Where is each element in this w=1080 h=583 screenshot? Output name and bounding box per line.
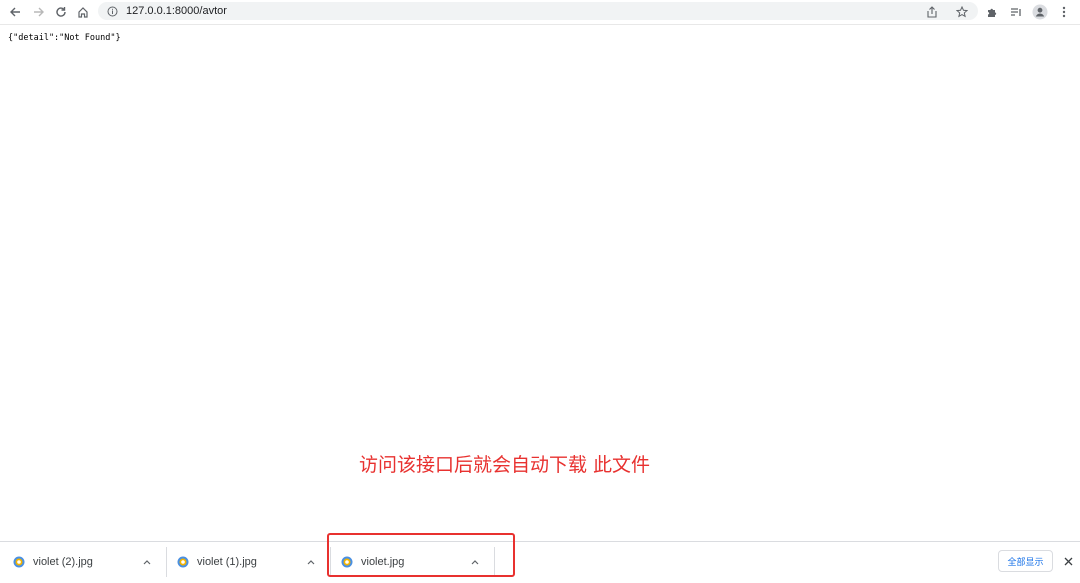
- download-filename: violet (1).jpg: [197, 556, 257, 568]
- chevron-up-icon[interactable]: [303, 554, 319, 570]
- home-icon: [78, 7, 88, 18]
- json-response-text: {"detail":"Not Found"}: [8, 33, 121, 43]
- highlight-box: [327, 533, 515, 577]
- profile-icon: [1032, 4, 1048, 20]
- reading-list-button[interactable]: [1004, 2, 1028, 22]
- image-file-icon: [177, 556, 189, 568]
- browser-toolbar: 127.0.0.1:8000/avtor: [0, 0, 1080, 25]
- forward-button[interactable]: [28, 1, 50, 23]
- download-filename: violet (2).jpg: [33, 556, 93, 568]
- menu-button[interactable]: [1052, 2, 1076, 22]
- extensions-button[interactable]: [980, 2, 1004, 22]
- back-button[interactable]: [4, 1, 26, 23]
- download-shelf: violet (2).jpg violet (1).jpg violet.jpg: [0, 541, 1080, 583]
- annotation-text: 访问该接口后就会自动下载 此文件: [359, 454, 651, 476]
- url-text[interactable]: 127.0.0.1:8000/avtor: [126, 5, 227, 17]
- menu-icon: [1062, 6, 1066, 18]
- arrow-left-icon: [10, 7, 20, 17]
- download-item[interactable]: violet (1).jpg: [164, 547, 329, 577]
- toolbar-actions: [920, 2, 1076, 22]
- profile-button[interactable]: [1028, 2, 1052, 22]
- share-button[interactable]: [920, 2, 944, 22]
- close-icon: [1064, 557, 1072, 565]
- close-shelf-button[interactable]: [1060, 553, 1076, 569]
- show-all-downloads-button[interactable]: 全部显示: [998, 550, 1053, 572]
- site-info-icon[interactable]: [104, 3, 120, 19]
- arrow-right-icon: [34, 7, 44, 17]
- extensions-icon: [988, 8, 997, 17]
- star-icon: [956, 6, 968, 18]
- chevron-up-icon[interactable]: [139, 554, 155, 570]
- reload-icon: [56, 7, 66, 17]
- image-file-icon: [13, 556, 25, 568]
- address-bar[interactable]: 127.0.0.1:8000/avtor: [98, 2, 978, 20]
- share-icon: [927, 6, 937, 18]
- home-button[interactable]: [72, 1, 94, 23]
- bookmark-button[interactable]: [950, 2, 974, 22]
- reload-button[interactable]: [50, 1, 72, 23]
- reading-list-icon: [1011, 8, 1021, 16]
- download-item[interactable]: violet (2).jpg: [0, 547, 165, 577]
